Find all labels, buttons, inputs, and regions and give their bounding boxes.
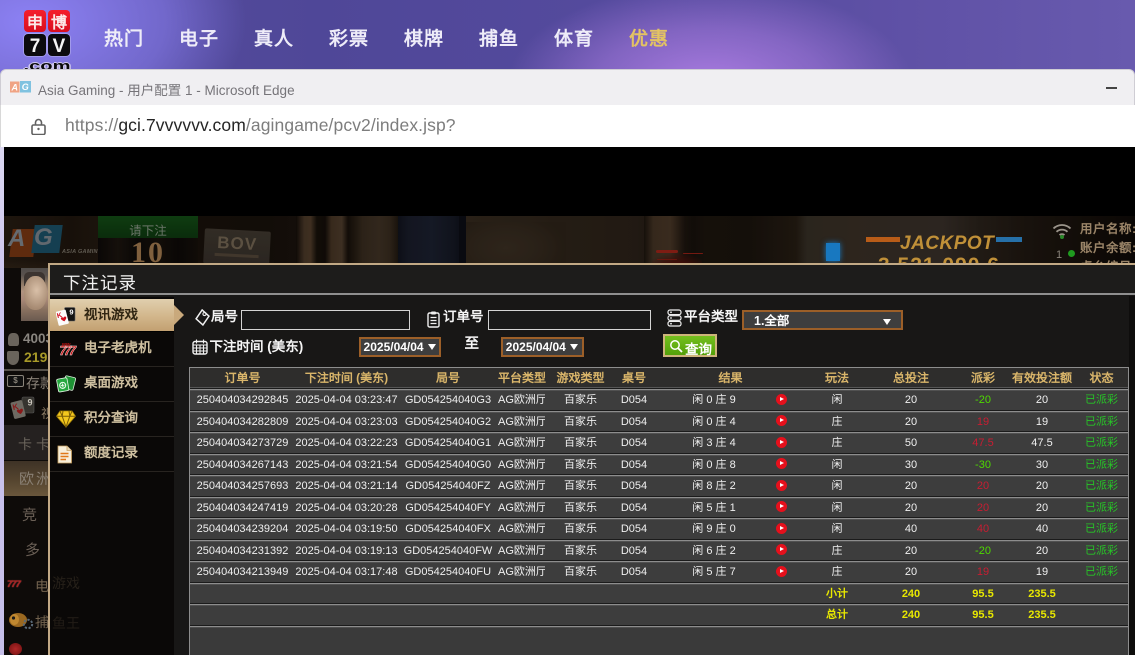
- svg-text:WIN: WIN: [62, 342, 71, 348]
- svg-text:9: 9: [69, 307, 73, 318]
- svg-text:G: G: [22, 81, 29, 93]
- svg-text:9: 9: [27, 396, 32, 409]
- svg-text:A: A: [11, 81, 18, 93]
